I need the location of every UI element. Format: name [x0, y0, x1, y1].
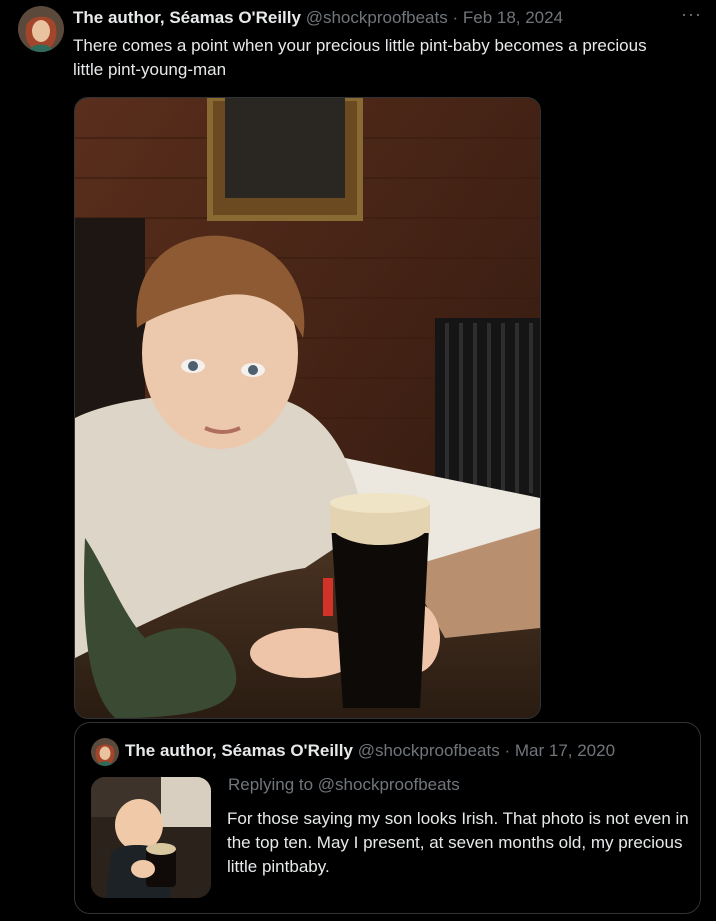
- quoted-text: For those saying my son looks Irish. Tha…: [227, 809, 689, 876]
- quoted-date[interactable]: Mar 17, 2020: [515, 741, 615, 760]
- author-handle[interactable]: @shockproofbeats: [306, 8, 448, 27]
- quoted-tweet[interactable]: The author, Séamas O'Reilly @shockproofb…: [74, 722, 701, 914]
- tweet-date[interactable]: Feb 18, 2024: [463, 8, 563, 27]
- replying-to[interactable]: Replying to @shockproofbeats: [228, 775, 460, 795]
- photo-illustration: [75, 98, 540, 718]
- tweet-header: The author, Séamas O'Reilly @shockproofb…: [73, 8, 704, 28]
- quoted-separator: ·: [504, 741, 511, 760]
- tweet-text: There comes a point when your precious l…: [73, 36, 647, 79]
- author-name[interactable]: The author, Séamas O'Reilly: [73, 8, 301, 27]
- quoted-photo-illustration: [91, 777, 211, 898]
- tweet-photo[interactable]: [74, 97, 541, 719]
- quoted-photo[interactable]: [91, 777, 211, 898]
- quoted-header: The author, Séamas O'Reilly @shockproofb…: [125, 741, 615, 761]
- quoted-author-avatar[interactable]: [91, 738, 119, 766]
- more-horizontal-icon[interactable]: ···: [681, 4, 702, 25]
- header-separator: ·: [452, 8, 459, 27]
- quoted-author-handle[interactable]: @shockproofbeats: [358, 741, 500, 760]
- author-avatar[interactable]: [18, 6, 64, 52]
- quoted-author-name[interactable]: The author, Séamas O'Reilly: [125, 741, 353, 760]
